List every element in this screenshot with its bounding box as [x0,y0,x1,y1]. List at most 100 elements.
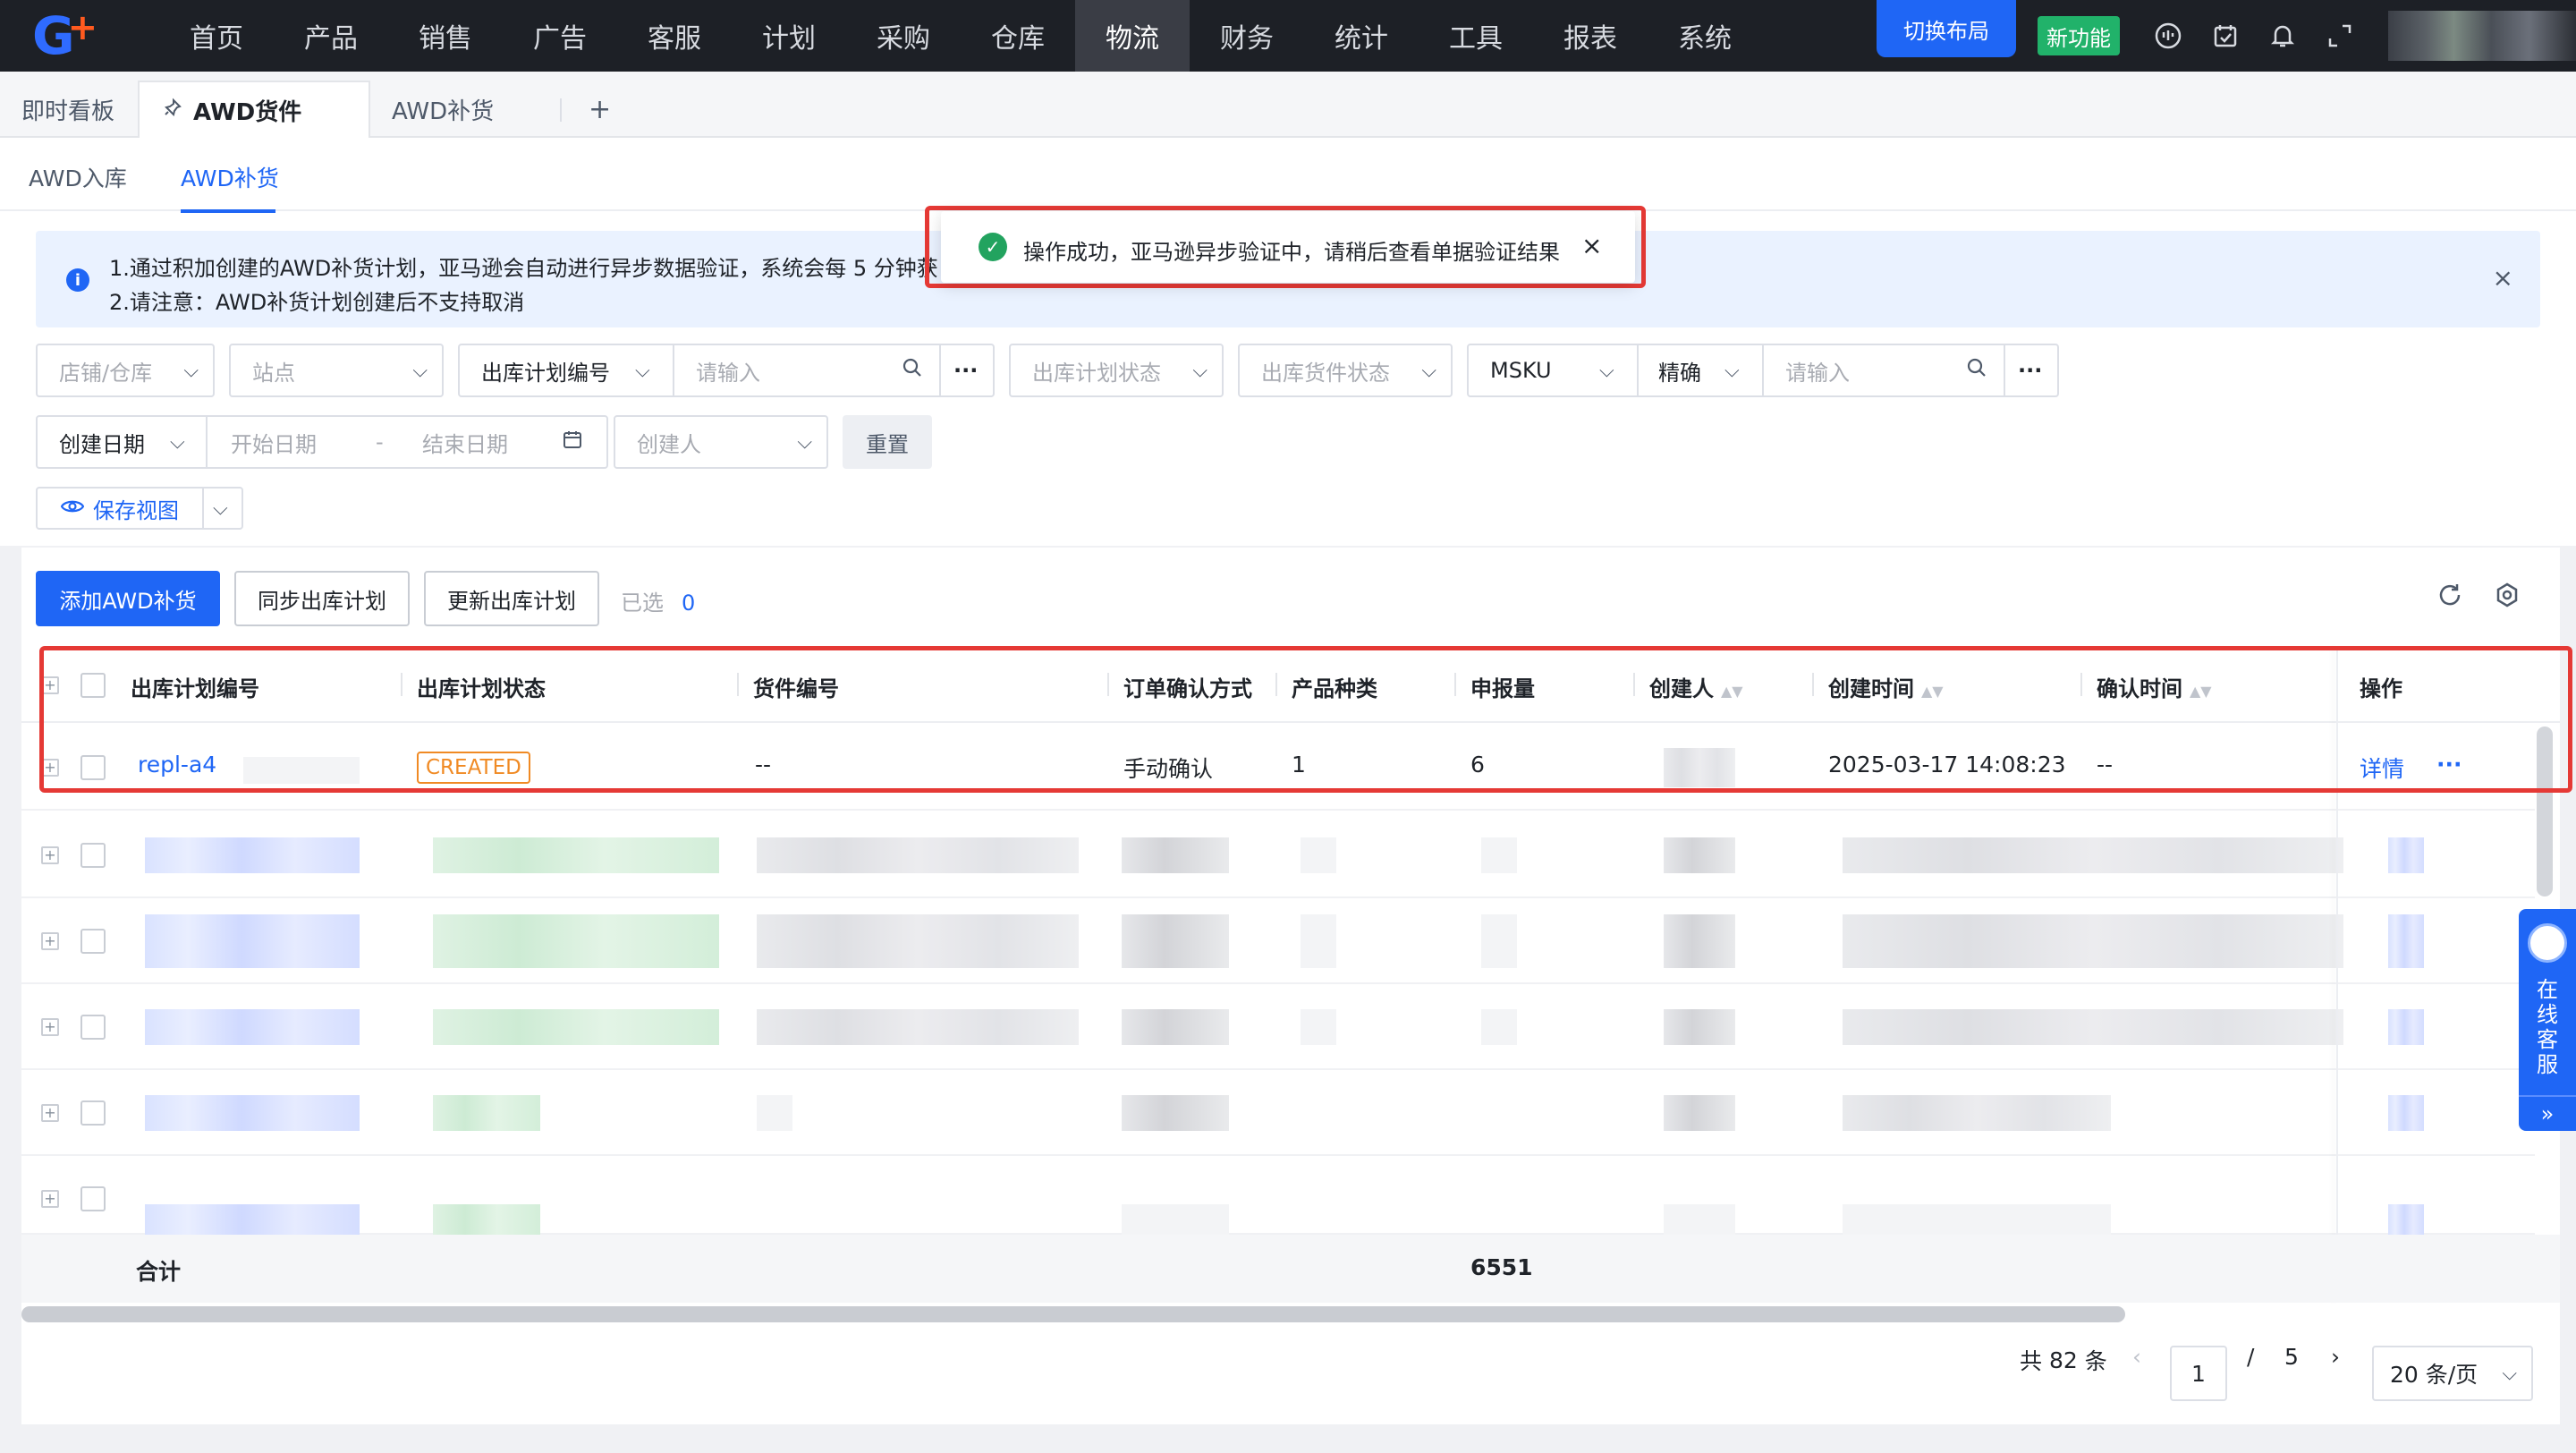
eye-icon [60,496,85,521]
calendar-icon[interactable] [562,429,583,455]
add-tab-button[interactable]: + [589,81,611,138]
online-service-widget[interactable]: 在线客服 » [2519,909,2576,1131]
chevron-down-icon: ⌵ [412,359,428,382]
nav-finance[interactable]: 财务 [1190,0,1304,72]
end-date-input[interactable]: 结束日期 [422,427,508,458]
chevron-down-icon[interactable]: ⌵ [1599,360,1614,382]
prev-page-icon[interactable]: ‹ [2132,1344,2141,1370]
plan-no-input[interactable]: 请输入 [696,355,760,387]
sub-tab-awd-inbound[interactable]: AWD入库 [29,161,127,193]
horizontal-scrollbar[interactable] [21,1306,2125,1322]
page-size-select[interactable]: 20 条/页 ⌵ [2372,1346,2533,1401]
app-logo[interactable]: G + [0,0,116,72]
next-page-icon[interactable]: › [2331,1344,2340,1370]
table-row[interactable]: + [21,1156,2535,1235]
sub-tab-awd-replenish[interactable]: AWD补货 [181,161,279,193]
more-options-icon[interactable]: ··· [953,358,978,383]
sub-tab-indicator [181,209,275,213]
fullscreen-icon[interactable] [2311,0,2368,72]
settings-icon[interactable] [2494,582,2521,616]
reset-button[interactable]: 重置 [843,415,932,469]
nav-logistics[interactable]: 物流 [1075,0,1190,72]
service-avatar-icon [2528,923,2567,963]
user-avatar[interactable] [2388,11,2576,61]
chevron-down-icon: ⌵ [1192,359,1208,382]
nav-stats[interactable]: 统计 [1304,0,1419,72]
chevron-down-icon[interactable]: ⌵ [213,497,228,520]
msku-field-select[interactable]: MSKU [1490,358,1552,383]
info-icon: i [66,268,89,292]
switch-layout-button[interactable]: 切换布局 [1877,0,2016,57]
row-checkbox[interactable] [80,1186,106,1211]
expand-row-icon[interactable]: + [41,932,59,950]
save-view-button[interactable]: 保存视图 ⌵ [36,487,243,530]
table-row[interactable]: + [21,984,2535,1070]
expand-row-icon[interactable]: + [41,846,59,864]
nav-warehouse[interactable]: 仓库 [961,0,1075,72]
plan-no-field-select[interactable]: 出库计划编号 [481,355,610,387]
main-menu: 首页 产品 销售 广告 客服 计划 采购 仓库 物流 财务 统计 工具 报表 系… [159,0,1762,72]
exact-match-select[interactable]: 精确 [1658,355,1701,387]
toast-close-icon[interactable]: × [1581,231,1602,260]
nav-right: 切换布局 新功能 [1877,0,2576,72]
chevron-down-icon[interactable]: ⌵ [1724,360,1740,382]
site-select[interactable]: 站点 ⌵ [229,344,444,397]
toast-message: 操作成功，亚马逊异步验证中，请稍后查看单据验证结果 [1023,240,1560,265]
table-row[interactable]: + [21,898,2535,984]
start-date-input[interactable]: 开始日期 [231,427,317,458]
table-row[interactable]: + [21,1070,2535,1156]
nav-product[interactable]: 产品 [274,0,388,72]
page-tab-awd-shipment[interactable]: AWD货件 [138,81,370,138]
add-awd-replenish-button[interactable]: 添加AWD补货 [36,571,220,626]
nav-system[interactable]: 系统 [1648,0,1762,72]
shipment-status-select[interactable]: 出库货件状态 ⌵ [1238,344,1453,397]
table-row[interactable]: + [21,812,2535,898]
top-nav: G + 首页 产品 销售 广告 客服 计划 采购 仓库 物流 财务 统计 工具 报… [0,0,2576,72]
refresh-icon[interactable] [2436,582,2463,616]
chevron-down-icon[interactable]: ⌵ [170,431,185,454]
page-tab-awd-replenish[interactable]: AWD补货 [392,81,494,138]
page-number-input[interactable]: 1 [2170,1346,2227,1401]
chevron-down-icon: ⌵ [1421,359,1436,382]
bell-icon[interactable] [2254,0,2311,72]
page-tab-dashboard[interactable]: 即时看板 [21,81,114,138]
row-checkbox[interactable] [80,843,106,868]
pin-icon[interactable] [163,97,182,123]
search-icon[interactable] [1966,357,1987,384]
nav-home[interactable]: 首页 [159,0,274,72]
nav-reports[interactable]: 报表 [1533,0,1648,72]
plan-no-search: 出库计划编号 ⌵ 请输入 ··· [458,344,995,397]
success-toast: ✓ 操作成功，亚马逊异步验证中，请稍后查看单据验证结果 × [941,211,1635,283]
search-icon[interactable] [902,357,923,384]
nav-plan[interactable]: 计划 [732,0,846,72]
nav-service[interactable]: 客服 [617,0,732,72]
activity-icon[interactable] [2140,0,2197,72]
row-highlight-box [39,646,2572,793]
date-type-select[interactable]: 创建日期 [59,427,145,458]
date-range-filter: 创建日期 ⌵ 开始日期 - 结束日期 [36,415,608,469]
creator-select[interactable]: 创建人 ⌵ [614,415,828,469]
chevron-down-icon[interactable]: ⌵ [635,360,650,382]
row-checkbox[interactable] [80,1015,106,1040]
nav-sales[interactable]: 销售 [388,0,503,72]
row-checkbox[interactable] [80,1100,106,1126]
shop-warehouse-select[interactable]: 店铺/仓库 ⌵ [36,344,215,397]
update-outbound-plan-button[interactable]: 更新出库计划 [424,571,599,626]
alert-close-icon[interactable]: × [2493,263,2513,293]
expand-row-icon[interactable]: + [41,1104,59,1122]
collapse-arrow-icon[interactable]: » [2519,1095,2576,1131]
nav-tools[interactable]: 工具 [1419,0,1533,72]
msku-input[interactable]: 请输入 [1785,355,1850,387]
row-checkbox[interactable] [80,929,106,954]
more-options-icon[interactable]: ··· [2018,358,2042,383]
nav-purchase[interactable]: 采购 [846,0,961,72]
expand-row-icon[interactable]: + [41,1018,59,1036]
chevron-down-icon: ⌵ [2502,1362,2517,1385]
plan-status-select[interactable]: 出库计划状态 ⌵ [1009,344,1224,397]
new-feature-badge[interactable]: 新功能 [2038,16,2120,55]
nav-ads[interactable]: 广告 [503,0,617,72]
total-declared-qty: 6551 [1470,1254,1533,1280]
calendar-check-icon[interactable] [2197,0,2254,72]
expand-row-icon[interactable]: + [41,1190,59,1208]
sync-outbound-plan-button[interactable]: 同步出库计划 [234,571,410,626]
